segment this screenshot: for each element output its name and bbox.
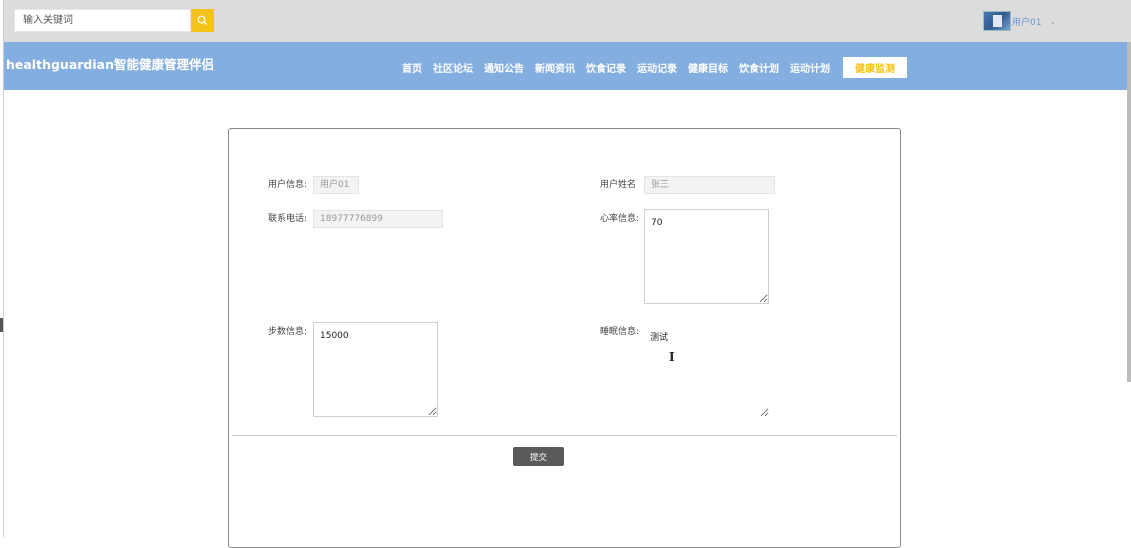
window-left-edge (0, 0, 4, 537)
top-bar: 用户01 ⌄ (0, 0, 1131, 42)
nav-item-exercise-record[interactable]: 运动记录 (637, 60, 677, 75)
text-cursor-icon: I (669, 350, 675, 364)
nav-item-exercise-plan[interactable]: 运动计划 (790, 60, 830, 75)
phone-field[interactable]: 18977776899 (313, 210, 443, 228)
heart-rate-textarea[interactable] (644, 209, 769, 304)
submit-button[interactable]: 提交 (513, 447, 564, 466)
health-monitor-form: 用户信息: 用户01 用户姓名 张三 联系电话: 18977776899 心率信… (228, 128, 901, 548)
user-menu[interactable]: 用户01 ⌄ (983, 11, 1056, 31)
sleep-textarea[interactable] (644, 322, 769, 417)
search-icon (197, 15, 208, 26)
user-realname-field[interactable]: 张三 (644, 176, 775, 194)
user-info-label: 用户信息: (268, 180, 308, 190)
nav-item-home[interactable]: 首页 (402, 60, 422, 75)
sleep-label: 睡眠信息: (600, 327, 640, 337)
scrollbar[interactable] (1127, 42, 1131, 382)
avatar[interactable] (983, 11, 1011, 31)
nav-item-news[interactable]: 新闻资讯 (535, 60, 575, 75)
nav-item-notice[interactable]: 通知公告 (484, 60, 524, 75)
nav-item-diet-plan[interactable]: 饮食计划 (739, 60, 779, 75)
nav-item-diet-record[interactable]: 饮食记录 (586, 60, 626, 75)
user-info-field[interactable]: 用户01 (313, 176, 359, 194)
nav-menu: 首页 社区论坛 通知公告 新闻资讯 饮食记录 运动记录 健康目标 饮食计划 运动… (402, 57, 918, 78)
steps-textarea[interactable] (313, 322, 438, 417)
steps-label: 步数信息: (268, 327, 308, 337)
chevron-down-icon[interactable]: ⌄ (1049, 17, 1056, 26)
search-box (14, 9, 214, 32)
nav-item-health-monitor[interactable]: 健康监测 (843, 57, 907, 78)
search-button[interactable] (191, 9, 214, 32)
nav-item-forum[interactable]: 社区论坛 (433, 60, 473, 75)
main-navbar: healthguardian智能健康管理伴侣 首页 社区论坛 通知公告 新闻资讯… (4, 42, 1131, 90)
user-realname-label: 用户姓名 (600, 180, 637, 190)
search-input[interactable] (14, 9, 191, 32)
heart-rate-label: 心率信息: (600, 214, 640, 224)
user-name[interactable]: 用户01 (1012, 15, 1041, 28)
phone-label: 联系电话: (268, 214, 308, 224)
site-brand[interactable]: healthguardian智能健康管理伴侣 (6, 54, 214, 73)
nav-item-health-goal[interactable]: 健康目标 (688, 60, 728, 75)
form-divider (232, 435, 897, 436)
edge-marker (0, 318, 3, 332)
